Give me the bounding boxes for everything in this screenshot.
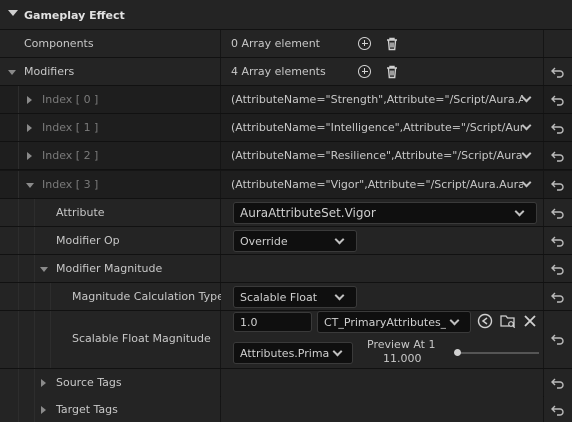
collapse-arrow-icon[interactable]	[8, 10, 18, 16]
index-label: Index [ 0 ]	[42, 93, 99, 106]
reset-to-default-icon[interactable]	[544, 369, 572, 396]
reset-to-default-icon[interactable]	[544, 255, 572, 282]
scalable-float-value: 1.0	[240, 316, 258, 329]
components-row: Components 0 Array element	[0, 30, 572, 58]
expand-arrow-icon[interactable]	[41, 379, 46, 387]
attribute-row: Attribute AuraAttributeSet.Vigor	[0, 199, 572, 227]
expand-arrow-icon[interactable]	[41, 406, 46, 414]
chevron-down-icon[interactable]	[521, 148, 532, 159]
collapse-arrow-icon[interactable]	[26, 183, 34, 188]
reset-to-default-icon[interactable]	[544, 58, 572, 85]
target-tags-row: Target Tags	[0, 396, 572, 422]
expand-arrow-icon[interactable]	[27, 152, 32, 160]
index-label: Index [ 1 ]	[42, 121, 99, 134]
use-asset-icon[interactable]	[477, 313, 493, 329]
scalable-float-row: Scalable Float Magnitude 1.0 CT_PrimaryA…	[0, 311, 572, 369]
preview-level-slider-handle[interactable]	[454, 349, 461, 356]
reset-to-default-icon[interactable]	[544, 114, 572, 141]
index-value: (AttributeName="Intelligence",Attribute=…	[231, 121, 523, 134]
add-element-icon[interactable]	[357, 64, 373, 80]
modifier-op-value: Override	[240, 235, 288, 248]
row-name-dropdown[interactable]: Attributes.Primar	[233, 342, 353, 364]
modifier-magnitude-label: Modifier Magnitude	[56, 262, 163, 275]
index-value: (AttributeName="Strength",Attribute="/Sc…	[231, 93, 523, 106]
preview-level-slider[interactable]	[457, 352, 539, 354]
reset-to-default-icon[interactable]	[544, 199, 572, 226]
section-title: Gameplay Effect	[24, 9, 125, 22]
index-value: (AttributeName="Vigor",Attribute="/Scrip…	[231, 178, 523, 191]
index-label: Index [ 3 ]	[42, 178, 99, 191]
source-tags-row: Source Tags	[0, 369, 572, 397]
modifier-index-row: Index [ 3 ] (AttributeName="Vigor",Attri…	[0, 171, 572, 199]
magnitude-calc-label: Magnitude Calculation Type	[72, 290, 224, 303]
modifier-index-row: Index [ 1 ] (AttributeName="Intelligence…	[0, 114, 572, 142]
add-element-icon[interactable]	[357, 36, 373, 52]
reset-to-default-icon[interactable]	[544, 227, 572, 254]
attribute-label: Attribute	[56, 206, 105, 219]
chevron-down-icon	[449, 315, 460, 326]
modifier-index-row: Index [ 2 ] (AttributeName="Resilience",…	[0, 142, 572, 170]
modifiers-value: 4 Array elements	[231, 65, 326, 78]
browse-folder-icon[interactable]	[500, 313, 516, 329]
clear-icon[interactable]	[522, 313, 538, 329]
chevron-down-icon	[514, 206, 525, 217]
modifiers-label: Modifiers	[24, 65, 75, 78]
modifier-op-label: Modifier Op	[56, 234, 120, 247]
chevron-down-icon[interactable]	[521, 120, 532, 131]
expand-arrow-icon[interactable]	[27, 96, 32, 104]
collapse-arrow-icon[interactable]	[40, 267, 48, 272]
collapse-arrow-icon[interactable]	[8, 70, 16, 75]
trash-icon[interactable]	[384, 64, 400, 80]
index-value: (AttributeName="Resilience",Attribute="/…	[231, 149, 523, 162]
scalable-float-value-input[interactable]: 1.0	[233, 312, 312, 332]
gameplay-effect-header[interactable]: Gameplay Effect	[0, 0, 572, 30]
modifier-op-row: Modifier Op Override	[0, 227, 572, 255]
preview-label: Preview At 1	[367, 338, 436, 351]
magnitude-calc-value: Scalable Float	[240, 291, 318, 304]
index-label: Index [ 2 ]	[42, 149, 99, 162]
preview-value: 11.000	[383, 352, 422, 365]
reset-to-default-icon[interactable]	[544, 86, 572, 113]
chevron-down-icon[interactable]	[521, 177, 532, 188]
reset-to-default-icon[interactable]	[544, 171, 572, 198]
components-label: Components	[24, 37, 94, 50]
row-name-value: Attributes.Primar	[240, 347, 330, 360]
attribute-dropdown[interactable]: AuraAttributeSet.Vigor	[233, 202, 537, 224]
chevron-down-icon	[334, 290, 345, 301]
magnitude-calc-dropdown[interactable]: Scalable Float	[233, 286, 357, 308]
reset-to-default-icon[interactable]	[544, 396, 572, 422]
source-tags-label: Source Tags	[56, 376, 122, 389]
magnitude-calc-row: Magnitude Calculation Type Scalable Floa…	[0, 283, 572, 311]
components-value: 0 Array element	[231, 37, 320, 50]
chevron-down-icon	[332, 346, 343, 357]
target-tags-label: Target Tags	[56, 403, 118, 416]
attribute-value: AuraAttributeSet.Vigor	[240, 206, 376, 220]
reset-to-default-icon[interactable]	[544, 311, 572, 368]
expand-arrow-icon[interactable]	[27, 124, 32, 132]
scalable-float-label: Scalable Float Magnitude	[72, 332, 211, 345]
chevron-down-icon[interactable]	[521, 92, 532, 103]
curve-table-value: CT_PrimaryAttributes_F	[324, 316, 446, 329]
chevron-down-icon	[334, 234, 345, 245]
curve-table-dropdown[interactable]: CT_PrimaryAttributes_F	[317, 311, 471, 333]
modifier-op-dropdown[interactable]: Override	[233, 230, 357, 252]
modifier-index-row: Index [ 0 ] (AttributeName="Strength",At…	[0, 86, 572, 114]
reset-to-default-icon[interactable]	[544, 142, 572, 169]
trash-icon[interactable]	[384, 36, 400, 52]
reset-to-default-icon[interactable]	[544, 283, 572, 310]
modifiers-row: Modifiers 4 Array elements	[0, 58, 572, 86]
modifier-magnitude-row: Modifier Magnitude	[0, 255, 572, 283]
